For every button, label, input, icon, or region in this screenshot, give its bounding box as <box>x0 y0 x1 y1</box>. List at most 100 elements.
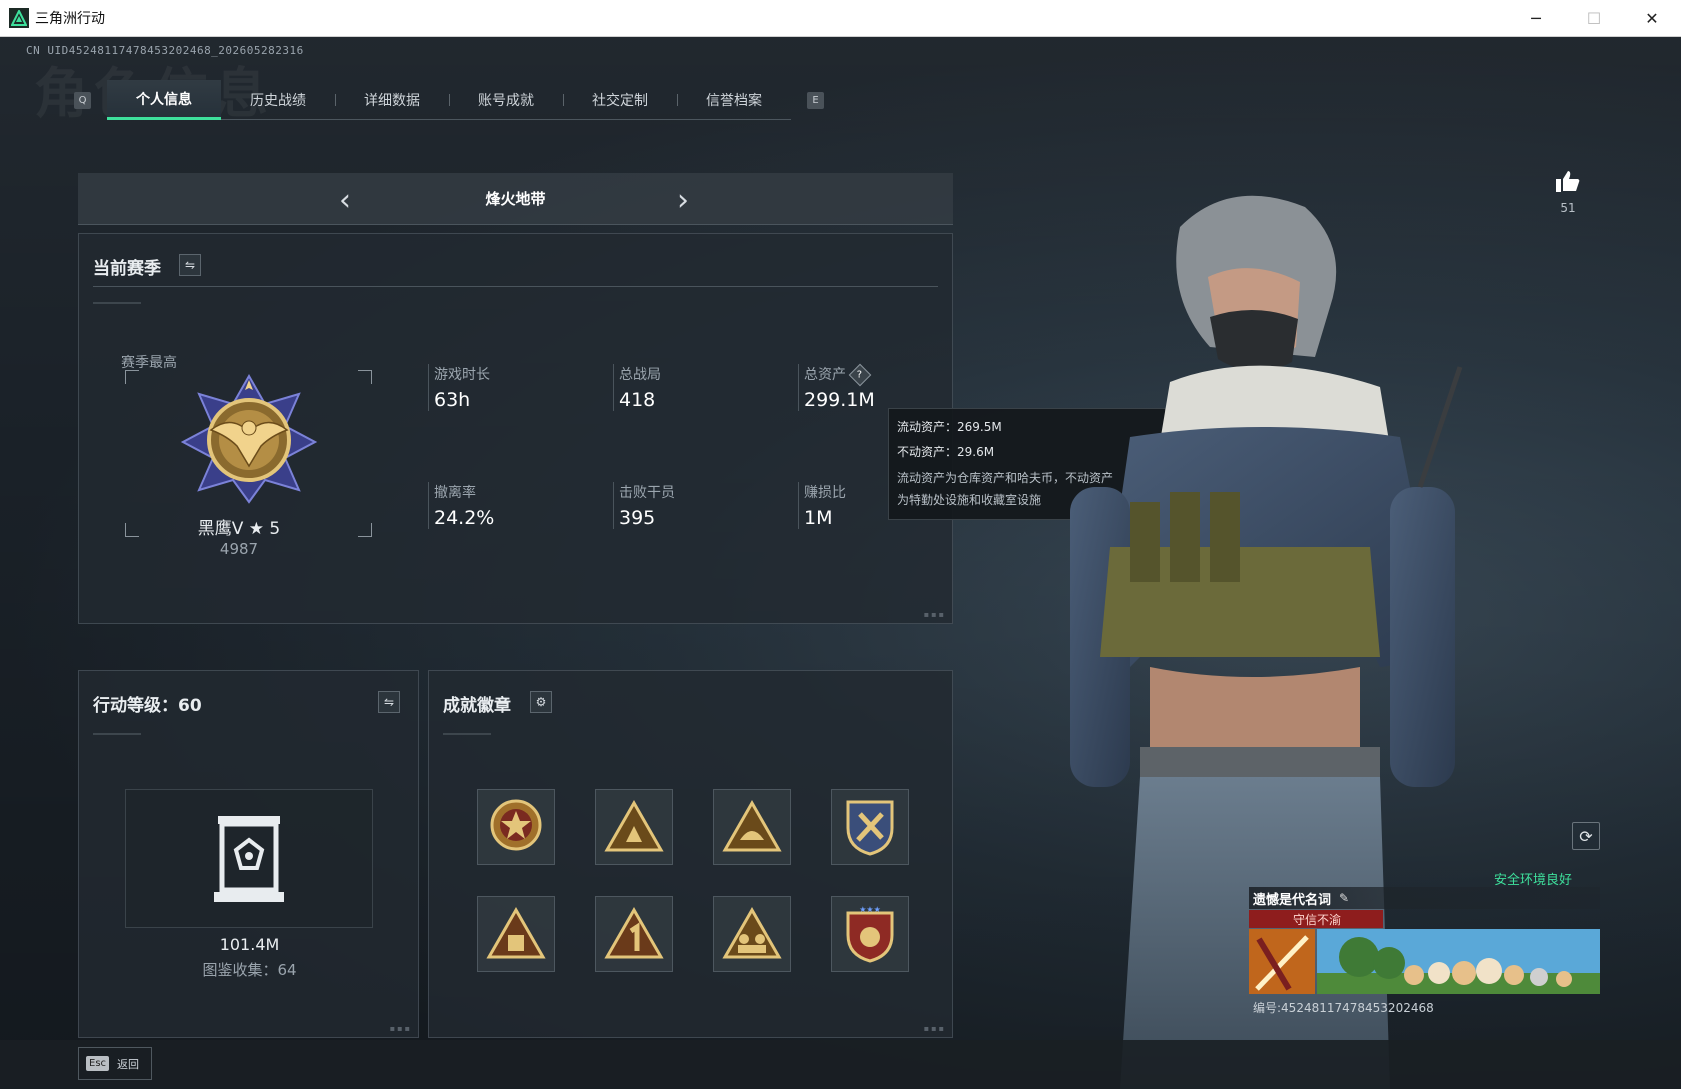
badge-slot-5[interactable] <box>477 896 555 972</box>
triangle-helmet-badge-icon <box>722 800 782 852</box>
back-button[interactable]: Esc 返回 <box>78 1047 152 1080</box>
window-titlebar: 三角洲行动 ─ ☐ ✕ <box>0 0 1681 37</box>
stat-value: 63h <box>434 389 471 411</box>
stat-label: 总资产 <box>804 367 846 383</box>
stat-value: 418 <box>619 389 656 411</box>
honor-text: 守信不渝 <box>1293 912 1342 927</box>
refresh-icon[interactable]: ⟳ <box>1572 822 1600 850</box>
tab-bar: Q 个人信息 历史战绩 详细数据 账号成就 社交定制 信誉档案 E <box>74 80 824 120</box>
badge-slot-6[interactable] <box>595 896 673 972</box>
stat-total-assets: 总资产? 299.1M <box>798 363 875 411</box>
next-tab-key-hint[interactable]: E <box>807 91 824 109</box>
season-best-label: 赛季最高 <box>121 355 177 371</box>
window-title: 三角洲行动 <box>35 11 105 27</box>
stat-label: 总战局 <box>619 367 661 383</box>
season-deco-rule <box>93 302 141 304</box>
tab-history[interactable]: 历史战绩 <box>221 80 335 120</box>
badge-slot-4[interactable] <box>831 789 909 865</box>
collection-card[interactable] <box>125 789 373 928</box>
stat-label: 击败干员 <box>619 485 675 501</box>
stat-profit-ratio: 赚损比 1M <box>798 482 846 529</box>
shield-wrench-badge-icon <box>846 800 894 856</box>
badge-slot-2[interactable] <box>595 789 673 865</box>
badges-title: 成就徽章 <box>443 696 511 716</box>
stat-value: 24.2% <box>434 507 495 529</box>
rank-eagle-badge-icon <box>181 374 317 504</box>
badge-slot-7[interactable] <box>713 896 791 972</box>
player-profile-card: 遗憾是代名词 ✎ 守信不渝 编号:452481174784532024​68 <box>1249 887 1600 1037</box>
frame-corner-br <box>358 523 372 537</box>
panel-corner-deco: ▪▪▪ <box>923 1024 946 1033</box>
frame-corner-tl <box>125 370 139 384</box>
panel-corner-deco: ▪▪▪ <box>389 1024 412 1033</box>
collection-count: 图鉴收集：64 <box>202 961 297 979</box>
mode-selector: ‹ 烽火地带 › <box>78 173 953 225</box>
back-label: 返回 <box>117 1057 140 1071</box>
environment-status: 安全环境良好 <box>1494 873 1573 888</box>
level-switch-icon[interactable]: ⇋ <box>378 691 400 713</box>
gear-icon[interactable]: ⚙ <box>530 691 552 713</box>
stat-label: 赚损比 <box>804 485 846 501</box>
current-season-panel: 当前赛季 ⇋ 赛季最高 黑鹰V ★ 5 4987 游戏时长 63h 总战局 41… <box>78 233 953 624</box>
tab-details[interactable]: 详细数据 <box>335 80 449 120</box>
level-title: 行动等级：60 <box>93 696 202 716</box>
stat-extract-rate: 撤离率 24.2% <box>428 482 494 529</box>
triangle-number-one-badge-icon <box>604 907 664 959</box>
bottom-bar <box>0 1040 1681 1089</box>
display-case-icon <box>214 815 284 902</box>
season-divider <box>93 286 938 287</box>
minimize-button[interactable]: ─ <box>1507 0 1565 37</box>
player-id: 编号:452481174784532024​68 <box>1253 1001 1434 1015</box>
svg-text:★★★: ★★★ <box>859 905 881 914</box>
badges-deco-rule <box>443 733 491 735</box>
badge-slot-1[interactable] <box>477 789 555 865</box>
frame-corner-tr <box>358 370 372 384</box>
profile-scene: 角色信息 CN UID452481174784532024​68_2026052… <box>0 37 1681 1089</box>
stat-play-time: 游戏时长 63h <box>428 364 490 411</box>
panel-corner-deco: ▪▪▪ <box>923 610 946 619</box>
maximize-button[interactable]: ☐ <box>1565 0 1623 37</box>
achievement-badges-panel: 成就徽章 ⚙ ★★★ ▪▪▪ <box>428 670 953 1038</box>
tab-list: 个人信息 历史战绩 详细数据 账号成就 社交定制 信誉档案 <box>107 80 791 120</box>
tab-credit[interactable]: 信誉档案 <box>677 80 791 120</box>
star-medal-badge-icon <box>490 799 542 851</box>
profile-banner-image <box>1249 929 1600 994</box>
shield-stars-badge-icon: ★★★ <box>846 905 894 963</box>
close-button[interactable]: ✕ <box>1623 0 1681 37</box>
like-count: 51 <box>1560 201 1576 215</box>
mode-label: 烽火地带 <box>485 190 546 208</box>
badge-slot-3[interactable] <box>713 789 791 865</box>
tab-achievements[interactable]: 账号成就 <box>449 80 563 120</box>
stat-value: 395 <box>619 507 656 529</box>
season-switch-icon[interactable]: ⇋ <box>179 254 201 276</box>
like-button[interactable]: 51 <box>1553 169 1583 215</box>
tab-social[interactable]: 社交定制 <box>563 80 677 120</box>
help-icon[interactable]: ? <box>848 363 872 387</box>
mode-next-arrow-icon[interactable]: › <box>668 183 698 218</box>
uid-text: CN UID452481174784532024​68_202605282316 <box>26 44 304 57</box>
app-logo-icon <box>9 8 29 28</box>
player-name-row: 遗憾是代名词 ✎ <box>1249 887 1600 909</box>
tab-personal-info[interactable]: 个人信息 <box>107 80 221 120</box>
mode-prev-arrow-icon[interactable]: ‹ <box>330 183 360 218</box>
stat-label: 游戏时长 <box>434 367 490 383</box>
player-name: 遗憾是代名词 <box>1253 892 1332 908</box>
stat-value: 299.1M <box>804 389 875 411</box>
stat-total-matches: 总战局 418 <box>613 364 661 411</box>
edit-name-icon[interactable]: ✎ <box>1339 891 1349 905</box>
squad-badge-icon <box>722 907 782 959</box>
season-title: 当前赛季 <box>93 259 161 279</box>
prev-tab-key-hint[interactable]: Q <box>74 91 91 109</box>
rank-score: 4987 <box>219 540 259 558</box>
esc-key-hint: Esc <box>86 1056 110 1071</box>
honor-badge: 守信不渝 <box>1249 910 1383 928</box>
collection-value: 101.4M <box>219 935 280 954</box>
badge-slot-8[interactable]: ★★★ <box>831 896 909 972</box>
triangle-runner-badge-icon <box>604 800 664 852</box>
triangle-box-badge-icon <box>486 907 546 959</box>
thumbs-up-icon <box>1556 171 1580 192</box>
stat-kills: 击败干员 395 <box>613 482 675 529</box>
operation-level-panel: 行动等级：60 ⇋ 101.4M 图鉴收集：64 ▪▪▪ <box>78 670 419 1038</box>
level-deco-rule <box>93 733 141 735</box>
stat-value: 1M <box>804 507 833 529</box>
